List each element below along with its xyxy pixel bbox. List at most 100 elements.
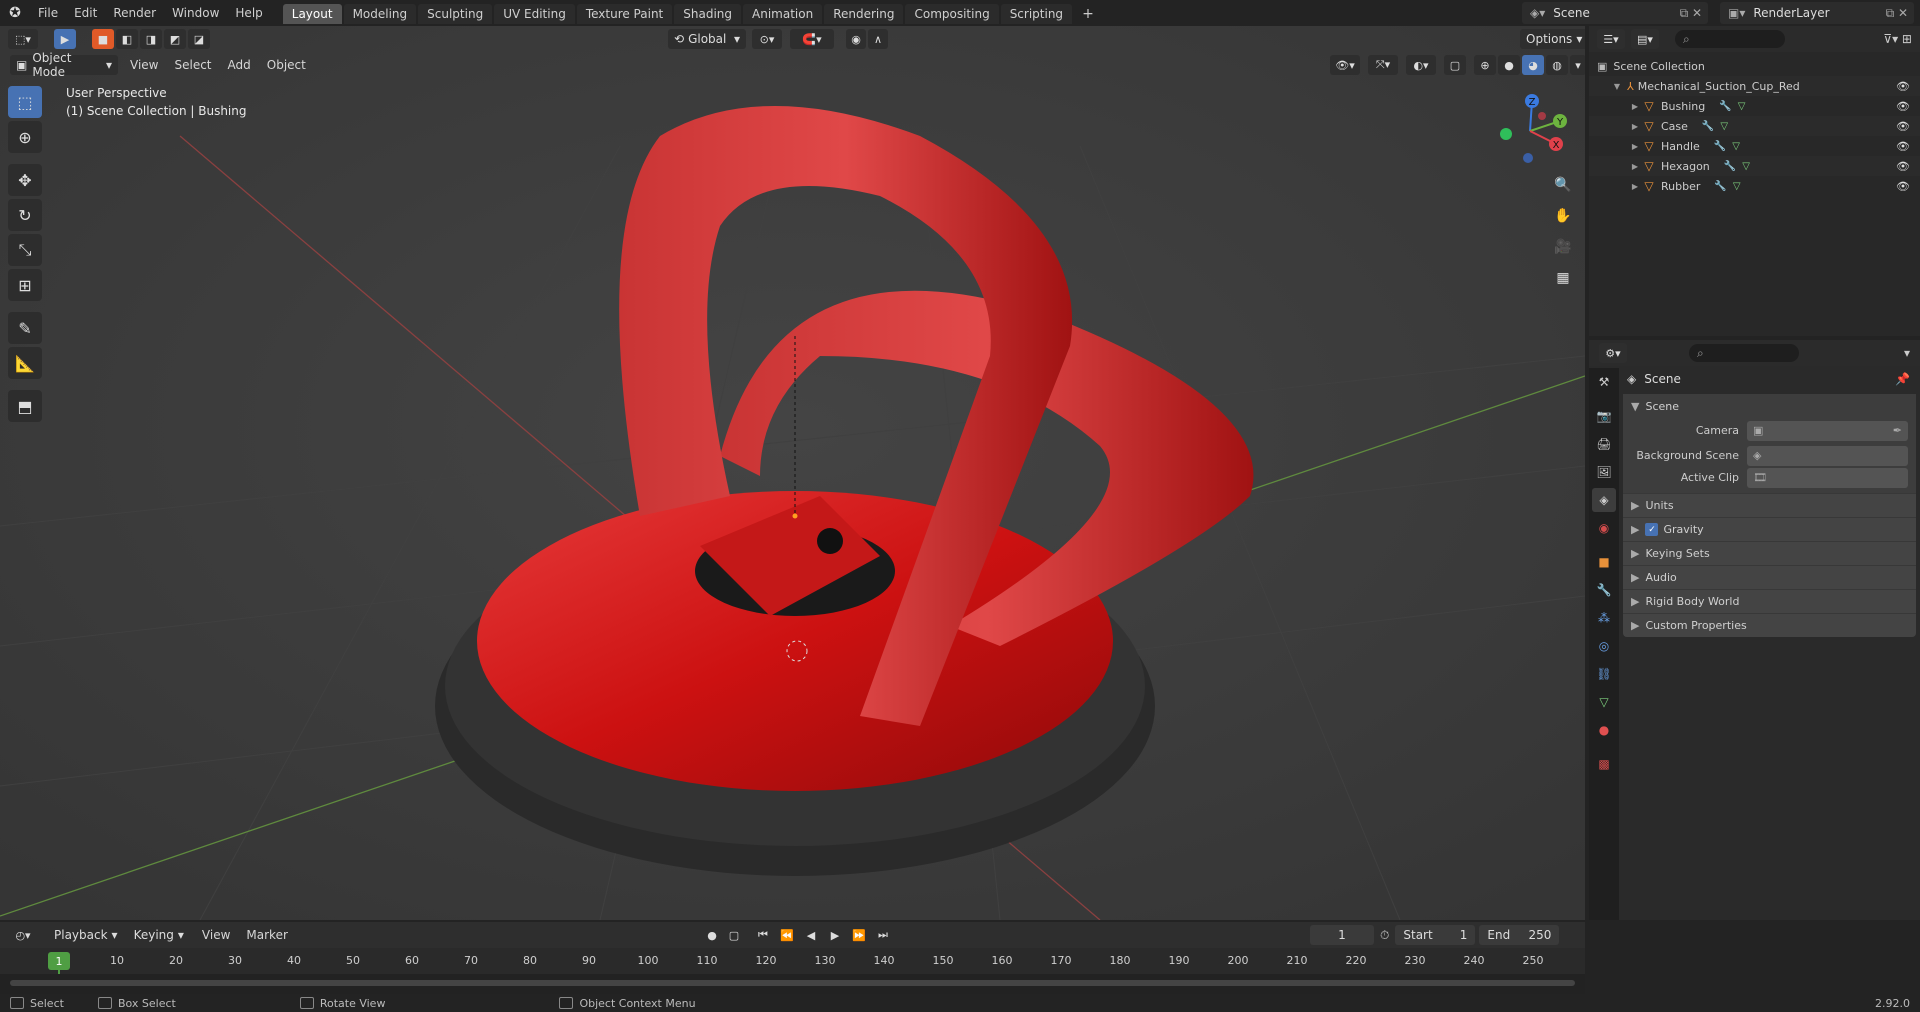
select-box-tool-icon[interactable]: ⬚ <box>8 86 42 118</box>
next-keyframe-icon[interactable]: ⏩ <box>848 925 870 945</box>
tool-tab-icon[interactable]: ⚒ <box>1592 370 1616 394</box>
move-tool-icon[interactable]: ✥ <box>8 164 42 196</box>
tab-texture-paint[interactable]: Texture Paint <box>576 4 673 24</box>
filter-icon[interactable]: ⊽▾ ⊞ <box>1883 32 1912 46</box>
playhead-frame-indicator[interactable]: 1 <box>48 952 70 970</box>
view-layer-tab-icon[interactable]: 🖼 <box>1592 460 1616 484</box>
visibility-eye-icon[interactable]: 👁 <box>1896 160 1910 173</box>
rendered-shading-icon[interactable]: ◍ <box>1546 55 1568 75</box>
scene-tab-icon[interactable]: ◈ <box>1592 488 1616 512</box>
mode-dropdown[interactable]: ▣ Object Mode ▾ <box>10 51 118 79</box>
add-workspace-icon[interactable]: + <box>1074 4 1102 24</box>
transform-tool-icon[interactable]: ⊞ <box>8 269 42 301</box>
outliner-item-hexagon[interactable]: ▶ ▽ Hexagon 🔧 ▽ 👁 <box>1589 156 1920 176</box>
start-frame-field[interactable]: Start 1 <box>1395 925 1476 945</box>
neg-z-axis-handle[interactable] <box>1523 153 1533 163</box>
modifier-wrench-icon[interactable]: 🔧 <box>1724 161 1736 172</box>
select-new-icon[interactable]: ■ <box>92 29 114 49</box>
modifier-wrench-icon[interactable]: 🔧 <box>1714 141 1726 152</box>
select-invert-icon[interactable]: ◩ <box>164 29 186 49</box>
expand-chevron-icon[interactable]: ▶ <box>1629 162 1641 171</box>
mesh-data-icon[interactable]: ▽ <box>1738 101 1746 112</box>
scale-tool-icon[interactable]: ⤡ <box>8 234 42 266</box>
active-clip-field[interactable]: 🎞 <box>1747 467 1908 488</box>
visibility-eye-icon[interactable]: 👁 <box>1896 180 1910 193</box>
background-scene-field[interactable]: ◈ <box>1747 445 1908 466</box>
select-mode-icon[interactable]: ▶ <box>54 29 76 49</box>
gravity-panel[interactable]: ▶ ✓ Gravity <box>1623 517 1916 541</box>
outliner-item-bushing[interactable]: ▶ ▽ Bushing 🔧 ▽ 👁 <box>1589 96 1920 116</box>
outliner-item-rubber[interactable]: ▶ ▽ Rubber 🔧 ▽ 👁 <box>1589 176 1920 196</box>
scene-collection-row[interactable]: ▣ Scene Collection <box>1589 56 1920 76</box>
timeline-menu-view[interactable]: View <box>194 928 238 942</box>
xray-icon[interactable]: ▢ <box>1444 55 1466 75</box>
playback-dropdown[interactable]: Playback ▾ <box>48 925 124 945</box>
modifier-wrench-icon[interactable]: 🔧 <box>1714 181 1726 192</box>
visibility-eye-icon[interactable]: 👁 <box>1896 100 1910 113</box>
jump-start-icon[interactable]: ⏮ <box>752 925 774 945</box>
proportional-edit-icon[interactable]: ◉ <box>846 29 866 49</box>
menu-render[interactable]: Render <box>105 0 164 26</box>
expand-chevron-icon[interactable]: ▶ <box>1629 182 1641 191</box>
snap-icon[interactable]: 🧲▾ <box>790 29 834 49</box>
mesh-data-icon[interactable]: ▽ <box>1732 141 1740 152</box>
outliner-editor-type-icon[interactable]: ☰▾ <box>1597 29 1625 49</box>
tab-scripting[interactable]: Scripting <box>1000 4 1073 24</box>
gizmo-toggle-icon[interactable]: ⤧▾ <box>1368 55 1398 75</box>
neg-y-axis-handle[interactable] <box>1500 128 1512 140</box>
jump-end-icon[interactable]: ⏭ <box>872 925 894 945</box>
menu-help[interactable]: Help <box>227 0 270 26</box>
expand-chevron-icon[interactable]: ▼ <box>1611 82 1623 91</box>
current-frame-field[interactable]: 1 <box>1310 925 1374 945</box>
blender-logo-icon[interactable]: ✪ <box>0 0 30 26</box>
tab-layout[interactable]: Layout <box>282 4 342 24</box>
cursor-tool-icon[interactable]: ⊕ <box>8 121 42 153</box>
expand-chevron-icon[interactable]: ▶ <box>1629 102 1641 111</box>
viewport-menu-object[interactable]: Object <box>259 58 314 72</box>
material-tab-icon[interactable]: ● <box>1592 718 1616 742</box>
expand-chevron-icon[interactable]: ▶ <box>1629 142 1641 151</box>
visibility-eye-icon[interactable]: 👁 <box>1896 120 1910 133</box>
mesh-data-icon[interactable]: ▽ <box>1742 161 1750 172</box>
render-tab-icon[interactable]: 📷 <box>1592 404 1616 428</box>
rotate-tool-icon[interactable]: ↻ <box>8 199 42 231</box>
play-reverse-icon[interactable]: ◀ <box>800 925 822 945</box>
transform-orientation-dropdown[interactable]: ⟲ Global ▾ <box>668 29 746 49</box>
scene-actions-icon[interactable]: ⧉ ✕ <box>1680 6 1702 21</box>
end-frame-field[interactable]: End 250 <box>1479 925 1560 945</box>
visibility-eye-icon[interactable]: 👁 <box>1896 140 1910 153</box>
constraints-tab-icon[interactable]: ⛓ <box>1592 662 1616 686</box>
pin-icon[interactable]: 📌 <box>1895 372 1910 386</box>
timeline-track[interactable] <box>0 974 1585 994</box>
properties-editor-type-icon[interactable]: ⚙▾ <box>1599 343 1627 363</box>
options-dropdown[interactable]: Options ▾ <box>1520 29 1585 49</box>
timeline-menu-marker[interactable]: Marker <box>238 928 295 942</box>
prev-keyframe-icon[interactable]: ⏪ <box>776 925 798 945</box>
ortho-grid-icon[interactable]: ▦ <box>1550 265 1576 291</box>
solid-shading-icon[interactable]: ● <box>1498 55 1520 75</box>
modifier-wrench-icon[interactable]: 🔧 <box>1702 121 1714 132</box>
eyedropper-icon[interactable]: ✒ <box>1893 424 1902 437</box>
gravity-checkbox[interactable]: ✓ <box>1645 523 1659 536</box>
tab-uv-editing[interactable]: UV Editing <box>494 4 575 24</box>
properties-search-input[interactable]: ⌕ <box>1689 344 1799 362</box>
wireframe-shading-icon[interactable]: ⊕ <box>1474 55 1496 75</box>
visibility-eye-icon[interactable]: 👁 <box>1896 80 1910 93</box>
select-intersect-icon[interactable]: ◪ <box>188 29 210 49</box>
record-icon[interactable]: ● <box>700 925 724 945</box>
tab-animation[interactable]: Animation <box>743 4 823 24</box>
viewport-menu-add[interactable]: Add <box>220 58 259 72</box>
falloff-icon[interactable]: ∧ <box>868 29 888 49</box>
scene-selector[interactable]: ◈▾ Scene ⧉ ✕ <box>1522 2 1708 24</box>
particles-tab-icon[interactable]: ⁂ <box>1592 606 1616 630</box>
modifier-tab-icon[interactable]: 🔧 <box>1592 578 1616 602</box>
properties-options-icon[interactable]: ▾ <box>1904 346 1910 360</box>
menu-edit[interactable]: Edit <box>66 0 105 26</box>
annotate-tool-icon[interactable]: ✎ <box>8 312 42 344</box>
menu-window[interactable]: Window <box>164 0 227 26</box>
select-subtract-icon[interactable]: ◨ <box>140 29 162 49</box>
pivot-point-icon[interactable]: ⊙▾ <box>752 29 782 49</box>
mesh-data-icon[interactable]: ▽ <box>1733 181 1741 192</box>
audio-panel[interactable]: ▶ Audio <box>1623 565 1916 589</box>
outliner-item-handle[interactable]: ▶ ▽ Handle 🔧 ▽ 👁 <box>1589 136 1920 156</box>
